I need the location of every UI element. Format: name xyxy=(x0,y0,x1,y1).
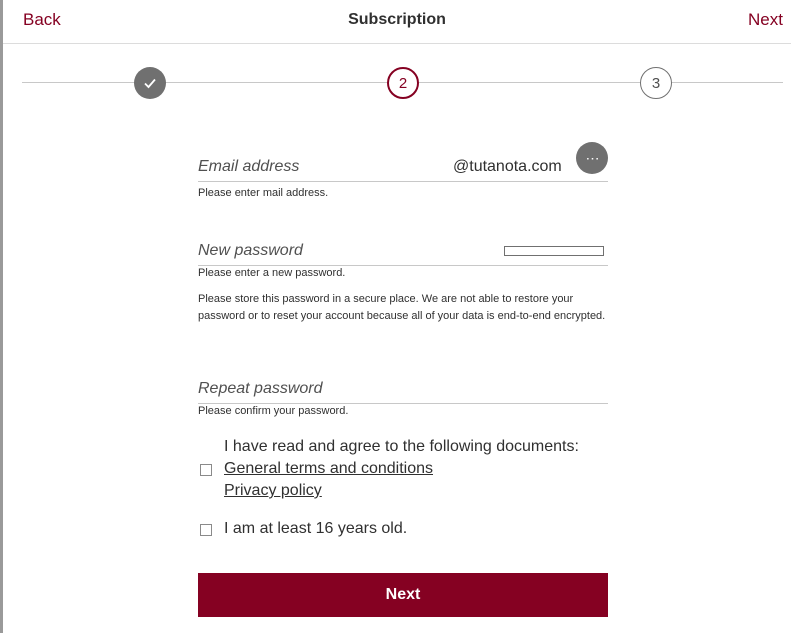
new-password-field-underline[interactable] xyxy=(198,265,608,266)
new-password-label: New password xyxy=(198,242,303,259)
next-submit-button[interactable]: Next xyxy=(198,573,608,617)
step-3-indicator: 3 xyxy=(640,67,672,99)
email-field-underline[interactable] xyxy=(198,181,608,182)
step-1-check-icon xyxy=(134,67,166,99)
age-checkbox-label: I am at least 16 years old. xyxy=(224,520,408,537)
password-info-text: Please store this password in a secure p… xyxy=(198,293,606,322)
age-checkbox[interactable] xyxy=(200,524,212,536)
step-2-indicator: 2 xyxy=(387,67,419,99)
email-helper-text: Please enter mail address. xyxy=(198,187,329,199)
more-options-button[interactable]: ⋯ xyxy=(576,142,608,174)
terms-checkbox[interactable] xyxy=(200,464,212,476)
page-title: Subscription xyxy=(348,11,446,28)
terms-intro-text: I have read and agree to the following d… xyxy=(224,438,579,455)
terms-conditions-link[interactable]: General terms and conditions xyxy=(224,460,433,478)
window-left-edge xyxy=(0,0,3,633)
new-password-helper-text: Please enter a new password. xyxy=(198,267,346,279)
header-next-button[interactable]: Next xyxy=(748,10,783,30)
email-field-label: Email address xyxy=(198,158,300,175)
repeat-password-helper-text: Please confirm your password. xyxy=(198,405,349,417)
email-domain-suffix: @tutanota.com xyxy=(453,158,562,175)
privacy-policy-link[interactable]: Privacy policy xyxy=(224,482,322,500)
password-strength-bar xyxy=(504,246,604,256)
repeat-password-label: Repeat password xyxy=(198,380,323,397)
more-icon: ⋯ xyxy=(585,149,600,166)
checkmark-icon xyxy=(144,78,156,89)
repeat-password-field-underline[interactable] xyxy=(198,403,608,404)
header-bar: Back Subscription Next xyxy=(3,0,791,44)
